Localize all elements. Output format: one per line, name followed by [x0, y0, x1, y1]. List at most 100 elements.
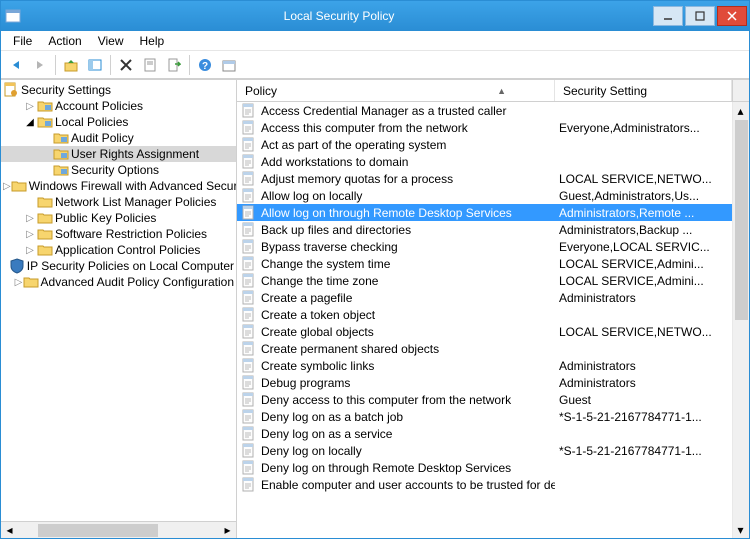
policy-setting: LOCAL SERVICE,NETWO...	[555, 172, 732, 186]
expand-icon[interactable]: ▷	[3, 181, 11, 192]
tree-item[interactable]: ▷ Public Key Policies	[1, 210, 236, 226]
tree-view[interactable]: Security Settings▷Account Policies◢Local…	[1, 80, 236, 521]
back-button[interactable]	[5, 54, 27, 76]
policy-row[interactable]: Deny log on as a batch job*S-1-5-21-2167…	[237, 408, 749, 425]
up-button[interactable]	[60, 54, 82, 76]
policy-row[interactable]: Back up files and directoriesAdministrat…	[237, 221, 749, 238]
policy-icon	[241, 341, 257, 357]
policy-row[interactable]: Create a pagefileAdministrators	[237, 289, 749, 306]
export-icon	[167, 58, 181, 72]
menu-file[interactable]: File	[5, 32, 40, 50]
help-button[interactable]: ?	[194, 54, 216, 76]
policy-setting: Administrators	[555, 376, 732, 390]
tree-item[interactable]: ▷Advanced Audit Policy Configuration	[1, 274, 236, 290]
maximize-button[interactable]	[685, 6, 715, 26]
policy-setting: Guest,Administrators,Us...	[555, 189, 732, 203]
policy-row[interactable]: Deny log on through Remote Desktop Servi…	[237, 459, 749, 476]
policy-row[interactable]: Change the system timeLOCAL SERVICE,Admi…	[237, 255, 749, 272]
delete-icon	[120, 59, 132, 71]
column-header-policy[interactable]: Policy ▲	[237, 80, 555, 101]
tree-item[interactable]: ◢Local Policies	[1, 114, 236, 130]
scroll-right-icon[interactable]: ▸	[219, 523, 236, 538]
tree-item[interactable]: ▷Software Restriction Policies	[1, 226, 236, 242]
policy-icon	[241, 239, 257, 255]
column-header-setting[interactable]: Security Setting	[555, 80, 732, 101]
collapse-icon[interactable]: ◢	[23, 117, 37, 128]
expand-icon[interactable]: ▷	[15, 277, 23, 288]
expand-icon[interactable]: ▷	[23, 245, 37, 256]
tree-item[interactable]: ▷Application Control Policies	[1, 242, 236, 258]
show-hide-tree-button[interactable]	[84, 54, 106, 76]
policy-row[interactable]: Adjust memory quotas for a processLOCAL …	[237, 170, 749, 187]
tree-item-label: Windows Firewall with Advanced Security	[29, 179, 236, 193]
tree-item[interactable]: Audit Policy	[1, 130, 236, 146]
scrollbar-thumb[interactable]	[735, 120, 748, 320]
policy-row[interactable]: Create a token object	[237, 306, 749, 323]
arrow-left-icon	[9, 58, 23, 72]
policy-setting: *S-1-5-21-2167784771-1...	[555, 410, 732, 424]
tree-item-label: Public Key Policies	[55, 211, 156, 225]
tree-item[interactable]: IP Security Policies on Local Computer	[1, 258, 236, 274]
arrow-right-icon	[33, 58, 47, 72]
policy-row[interactable]: Debug programsAdministrators	[237, 374, 749, 391]
properties-button[interactable]	[139, 54, 161, 76]
tree-item[interactable]: Security Options	[1, 162, 236, 178]
folder-icon	[23, 274, 39, 290]
scroll-up-icon[interactable]: ▴	[733, 102, 748, 119]
tree-item[interactable]: Network List Manager Policies	[1, 194, 236, 210]
tree-item[interactable]: ▷ Windows Firewall with Advanced Security	[1, 178, 236, 194]
close-button[interactable]	[717, 6, 747, 26]
policy-row[interactable]: Deny log on locally*S-1-5-21-2167784771-…	[237, 442, 749, 459]
policy-setting: Administrators,Backup ...	[555, 223, 732, 237]
policy-row[interactable]: Access Credential Manager as a trusted c…	[237, 102, 749, 119]
folder-icon	[37, 226, 53, 242]
policy-setting: Guest	[555, 393, 732, 407]
tree-item-label: Audit Policy	[71, 131, 134, 145]
expand-icon[interactable]: ▷	[23, 213, 37, 224]
policy-row[interactable]: Enable computer and user accounts to be …	[237, 476, 749, 493]
policy-name: Add workstations to domain	[261, 155, 408, 169]
content-body: Security Settings▷Account Policies◢Local…	[1, 79, 749, 538]
policy-row[interactable]: Create permanent shared objects	[237, 340, 749, 357]
expand-icon[interactable]: ▷	[23, 229, 37, 240]
menu-help[interactable]: Help	[132, 32, 173, 50]
scroll-left-icon[interactable]: ◂	[1, 523, 18, 538]
delete-button[interactable]	[115, 54, 137, 76]
folder-icon	[11, 178, 27, 194]
window-title: Local Security Policy	[27, 9, 651, 23]
scrollbar-thumb[interactable]	[38, 524, 158, 537]
policy-icon	[241, 154, 257, 170]
vertical-scrollbar[interactable]: ▴ ▾	[732, 102, 749, 538]
policy-row[interactable]: Add workstations to domain	[237, 153, 749, 170]
policy-row[interactable]: Allow log on locallyGuest,Administrators…	[237, 187, 749, 204]
expand-icon[interactable]: ▷	[23, 101, 37, 112]
tree-item[interactable]: User Rights Assignment	[1, 146, 236, 162]
policy-icon	[241, 409, 257, 425]
policy-row[interactable]: Change the time zoneLOCAL SERVICE,Admini…	[237, 272, 749, 289]
policy-row[interactable]: Create symbolic linksAdministrators	[237, 357, 749, 374]
tree-item[interactable]: ▷Account Policies	[1, 98, 236, 114]
minimize-button[interactable]	[653, 6, 683, 26]
policy-icon	[241, 426, 257, 442]
menu-view[interactable]: View	[90, 32, 132, 50]
policy-row[interactable]: Access this computer from the networkEve…	[237, 119, 749, 136]
policy-name: Change the time zone	[261, 274, 378, 288]
tree-pane: Security Settings▷Account Policies◢Local…	[1, 80, 237, 538]
tree-root[interactable]: Security Settings	[1, 82, 236, 98]
export-button[interactable]	[163, 54, 185, 76]
policy-row[interactable]: Deny log on as a service	[237, 425, 749, 442]
policy-row[interactable]: Bypass traverse checkingEveryone,LOCAL S…	[237, 238, 749, 255]
policy-list[interactable]: Access Credential Manager as a trusted c…	[237, 102, 749, 493]
policy-row[interactable]: Allow log on through Remote Desktop Serv…	[237, 204, 749, 221]
refresh-button[interactable]	[218, 54, 240, 76]
scroll-down-icon[interactable]: ▾	[733, 521, 748, 538]
policy-row[interactable]: Create global objectsLOCAL SERVICE,NETWO…	[237, 323, 749, 340]
policy-row[interactable]: Act as part of the operating system	[237, 136, 749, 153]
policy-row[interactable]: Deny access to this computer from the ne…	[237, 391, 749, 408]
help-icon: ?	[198, 58, 212, 72]
policy-setting: LOCAL SERVICE,Admini...	[555, 257, 732, 271]
horizontal-scrollbar[interactable]: ◂ ▸	[1, 521, 236, 538]
menu-action[interactable]: Action	[40, 32, 89, 50]
scrollbar-corner	[732, 80, 749, 101]
forward-button[interactable]	[29, 54, 51, 76]
